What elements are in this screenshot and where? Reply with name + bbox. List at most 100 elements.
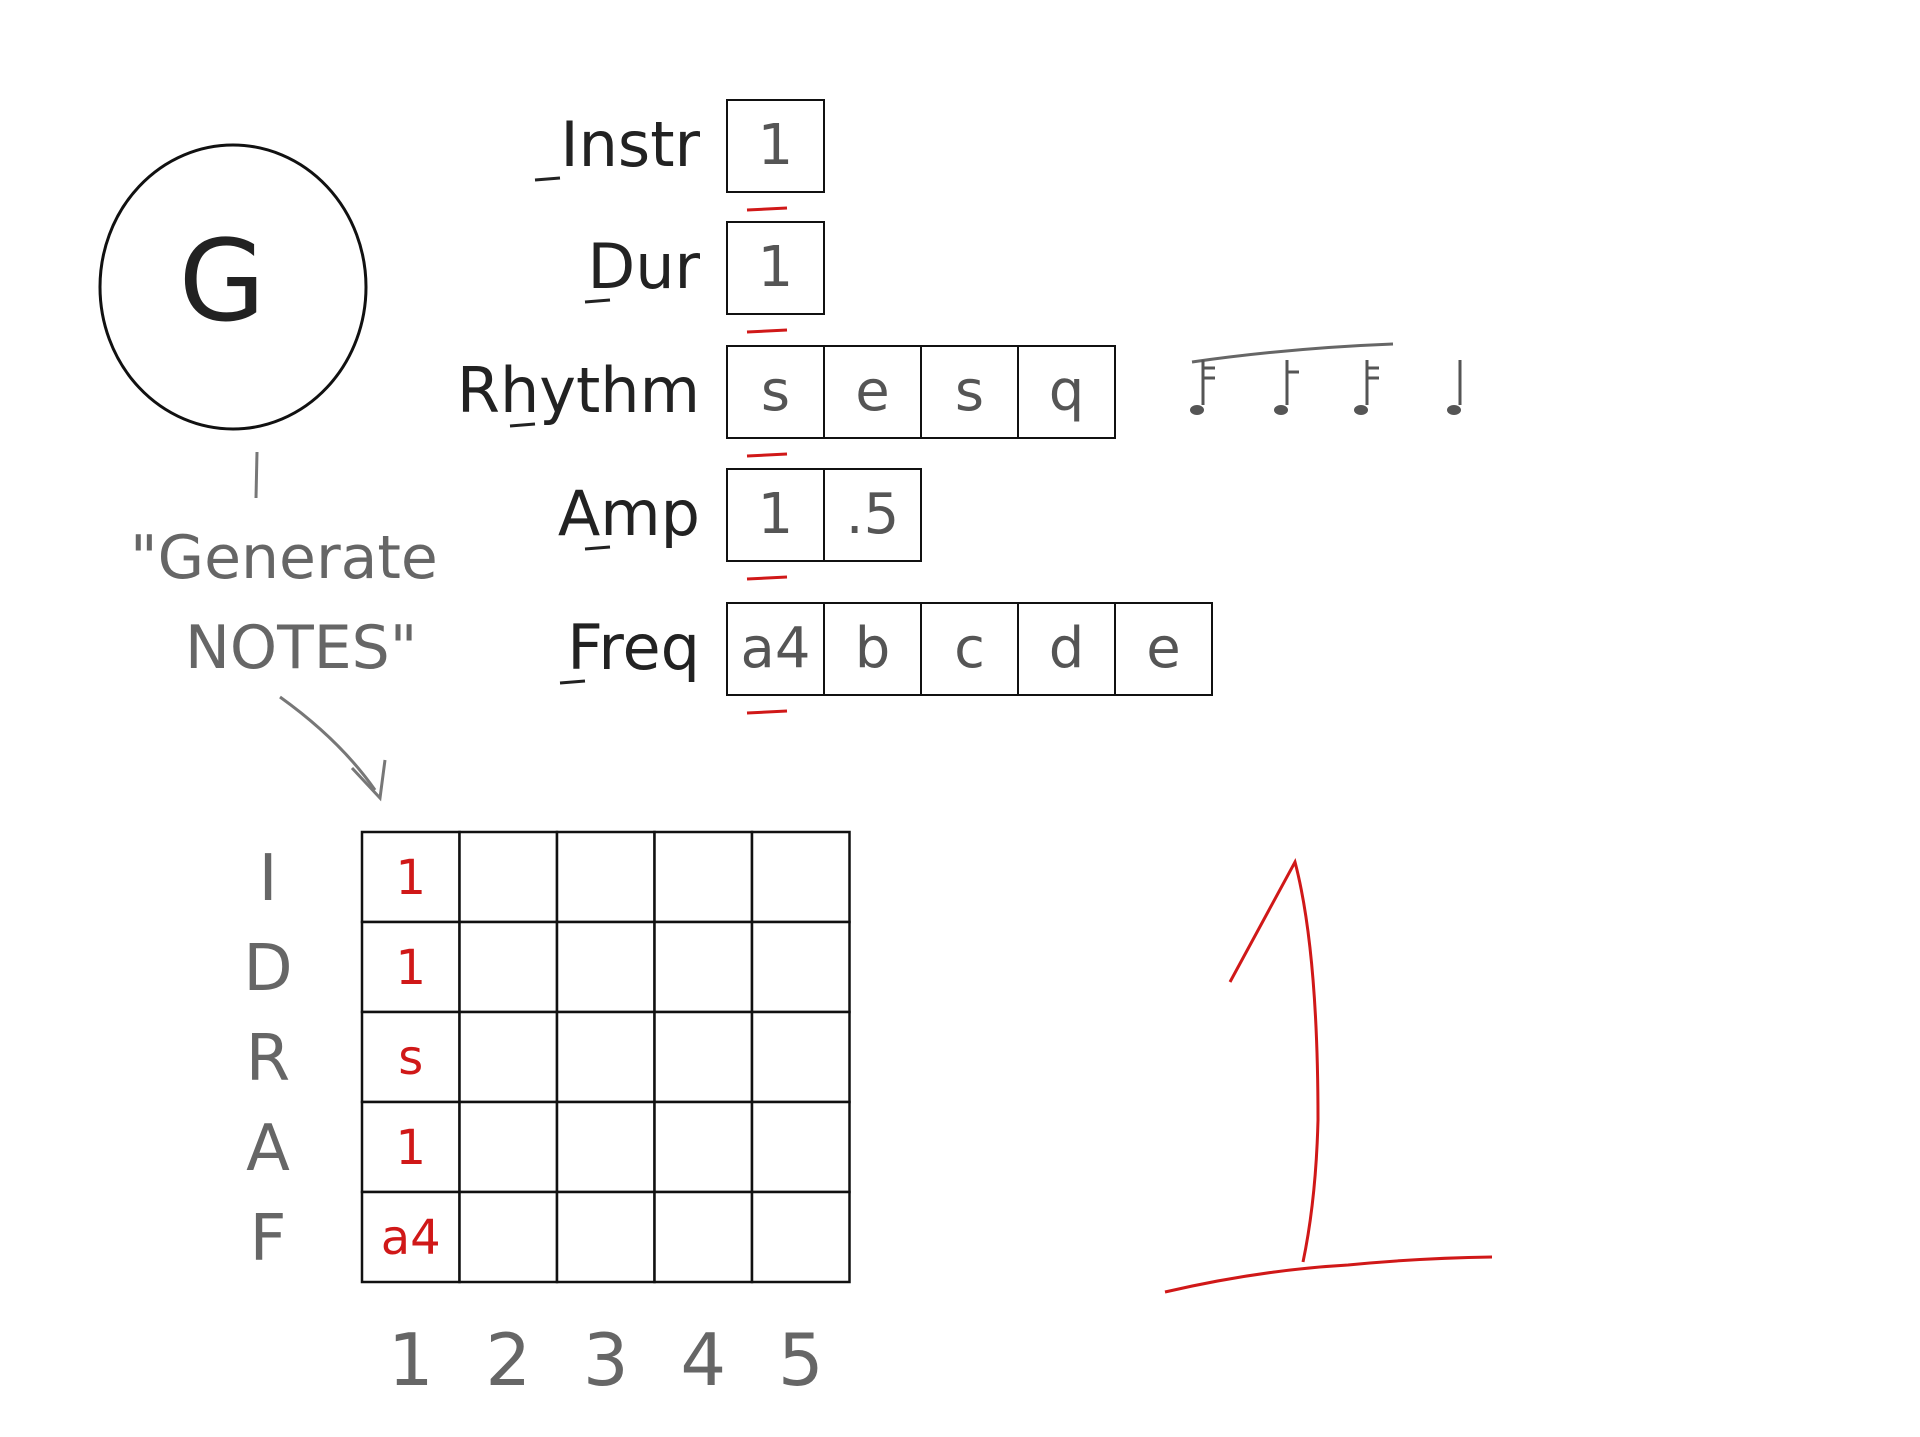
label-initial-underline xyxy=(559,679,586,685)
label-initial-underline xyxy=(584,298,611,304)
grid-cell-r3-c2[interactable] xyxy=(458,1010,559,1104)
grid-cell-r4-c3[interactable] xyxy=(555,1100,656,1194)
grid-cell-r2-c3[interactable] xyxy=(555,920,656,1014)
grid-cell-r4-c5[interactable] xyxy=(750,1100,851,1194)
grid-cell-r1-c1[interactable]: 1 xyxy=(360,830,461,924)
generate-notes-button[interactable]: G xyxy=(98,143,368,431)
grid-cell-r5-c2[interactable] xyxy=(458,1190,559,1284)
grid-cell-r3-c4[interactable] xyxy=(653,1010,754,1104)
grid-col-label: 5 xyxy=(778,1318,824,1402)
selected-value-marker xyxy=(746,452,788,458)
param-cell-rhythm-3[interactable]: s xyxy=(920,345,1019,439)
param-cell-rhythm-4[interactable]: q xyxy=(1017,345,1116,439)
grid-cell-r2-c4[interactable] xyxy=(653,920,754,1014)
param-label-rhythm: Rhythm xyxy=(457,354,700,427)
param-cell-freq-5[interactable]: e xyxy=(1114,602,1213,696)
generate-caption-line1: "Generate xyxy=(130,523,438,593)
grid-cell-r3-c1[interactable]: s xyxy=(360,1010,461,1104)
grid-cell-r1-c5[interactable] xyxy=(750,830,851,924)
grid-cell-r4-c1[interactable]: 1 xyxy=(360,1100,461,1194)
param-cell-freq-3[interactable]: c xyxy=(920,602,1019,696)
label-initial-underline xyxy=(534,176,561,182)
selected-value-marker xyxy=(746,575,788,581)
param-cell-amp-1[interactable]: 1 xyxy=(726,468,825,581)
grid-cell-r3-c5[interactable] xyxy=(750,1010,851,1104)
grid-row-label: R xyxy=(246,1022,290,1096)
grid-cell-r5-c5[interactable] xyxy=(750,1190,851,1284)
grid-row-label: I xyxy=(259,842,278,916)
grid-cell-r2-c1[interactable]: 1 xyxy=(360,920,461,1014)
grid-cell-box xyxy=(750,1100,851,1194)
param-cell-value: 1 xyxy=(758,235,794,300)
grid-cell-box xyxy=(555,830,656,924)
grid-col-label: 4 xyxy=(680,1318,726,1402)
selected-value-marker xyxy=(746,206,788,212)
grid-cell-box xyxy=(750,1190,851,1284)
grid-cell-r1-c4[interactable] xyxy=(653,830,754,924)
param-cell-instr-1[interactable]: 1 xyxy=(726,99,825,212)
grid-cell-r5-c4[interactable] xyxy=(653,1190,754,1284)
grid-cell-box xyxy=(458,1010,559,1104)
param-cell-value: .5 xyxy=(846,482,899,547)
param-row-amp: Amp 1 .5 xyxy=(558,468,922,581)
note-grid: I 1D 1R sA 1F a41 2 3 4 5 xyxy=(243,830,851,1402)
param-cell-value: q xyxy=(1049,359,1085,424)
param-cell-value: e xyxy=(855,359,889,424)
grid-cell-box xyxy=(653,1100,754,1194)
grid-cell-r2-c5[interactable] xyxy=(750,920,851,1014)
grid-cell-box xyxy=(653,1190,754,1284)
grid-cell-box xyxy=(555,1190,656,1284)
grid-row-label: A xyxy=(246,1112,290,1186)
param-label-instr: Instr xyxy=(560,108,700,181)
arrow-to-grid xyxy=(279,695,387,802)
grid-row-label: D xyxy=(243,932,292,1006)
grid-cell-r1-c3[interactable] xyxy=(555,830,656,924)
grid-cell-box xyxy=(653,1010,754,1104)
param-cell-value: s xyxy=(761,359,790,424)
grid-cell-r4-c4[interactable] xyxy=(653,1100,754,1194)
connector-line xyxy=(254,451,259,499)
big-number-value: 1 xyxy=(1294,1181,1307,1205)
grid-cell-value: 1 xyxy=(395,850,426,906)
param-row-rhythm: Rhythm s e s q xyxy=(457,345,1116,458)
label-initial-underline xyxy=(509,422,536,428)
eighth-note-icon xyxy=(1274,360,1299,415)
grid-cell-r5-c3[interactable] xyxy=(555,1190,656,1284)
param-cell-rhythm-1[interactable]: s xyxy=(726,345,825,458)
param-row-dur: Dur 1 xyxy=(584,221,825,334)
param-cell-amp-2[interactable]: .5 xyxy=(823,468,922,562)
grid-col-label: 1 xyxy=(388,1318,434,1402)
param-cell-rhythm-2[interactable]: e xyxy=(823,345,922,439)
param-label-dur: Dur xyxy=(587,230,700,303)
grid-cell-r5-c1[interactable]: a4 xyxy=(360,1190,461,1284)
param-cell-value: c xyxy=(954,616,985,681)
generate-letter: G xyxy=(179,217,266,347)
param-cell-value: e xyxy=(1146,616,1180,681)
param-label-amp: Amp xyxy=(558,477,700,550)
grid-cell-box xyxy=(750,1010,851,1104)
grid-cell-box xyxy=(555,920,656,1014)
grid-cell-r2-c2[interactable] xyxy=(458,920,559,1014)
param-cell-freq-4[interactable]: d xyxy=(1017,602,1116,696)
sixteenth-note-icon xyxy=(1354,360,1379,415)
grid-cell-box xyxy=(458,1100,559,1194)
selected-value-marker xyxy=(746,709,788,715)
param-cell-value: 1 xyxy=(758,113,794,178)
grid-cell-r1-c2[interactable] xyxy=(458,830,559,924)
param-cell-value: 1 xyxy=(758,482,794,547)
grid-cell-box xyxy=(750,920,851,1014)
rhythm-notation xyxy=(1190,342,1462,415)
param-cell-freq-1[interactable]: a4 xyxy=(726,602,825,715)
grid-cell-box xyxy=(458,1190,559,1284)
grid-cell-r3-c3[interactable] xyxy=(555,1010,656,1104)
param-cell-value: d xyxy=(1049,616,1085,681)
grid-cell-box xyxy=(555,1010,656,1104)
label-initial-underline xyxy=(584,545,611,551)
grid-cell-r4-c2[interactable] xyxy=(458,1100,559,1194)
param-cell-dur-1[interactable]: 1 xyxy=(726,221,825,334)
grid-col-label: 3 xyxy=(583,1318,629,1402)
grid-row-label: F xyxy=(250,1202,287,1276)
param-cell-freq-2[interactable]: b xyxy=(823,602,922,696)
param-row-instr: Instr 1 xyxy=(534,99,825,212)
grid-cell-box xyxy=(750,830,851,924)
